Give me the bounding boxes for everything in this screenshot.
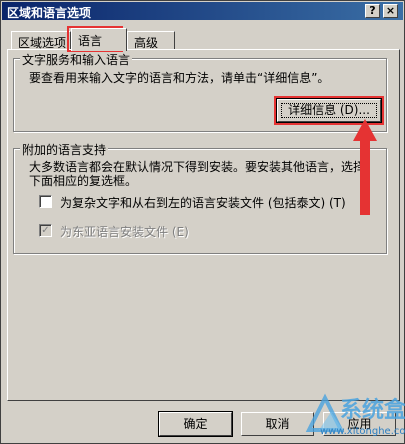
east-asian-checkbox: ✓ (39, 224, 52, 237)
close-button[interactable]: × (383, 4, 398, 18)
tab-regional-options[interactable]: 区域选项 (11, 31, 71, 50)
watermark-brand: 系统盒 (340, 398, 405, 423)
dialog-window: 区域和语言选项 ? × 区域选项 语言 高级 文字服务和输入语言 要查看用来输入… (0, 0, 405, 444)
ok-button[interactable]: 确定 (158, 411, 233, 437)
annotation-arrow-icon (353, 119, 377, 215)
window-title: 区域和语言选项 (7, 6, 92, 20)
tab-strip: 区域选项 语言 高级 (7, 28, 400, 51)
supplemental-group-title: 附加的语言支持 (20, 141, 109, 158)
title-bar[interactable]: 区域和语言选项 ? × (2, 2, 403, 20)
complex-script-label: 为复杂文字和从右到左的语言安装文件 (包括泰文) (T) (60, 196, 346, 210)
help-button[interactable]: ? (365, 4, 380, 18)
focus-rectangle (281, 103, 377, 118)
east-asian-label: 为东亚语言安装文件 (E) (60, 225, 189, 239)
watermark-url: www.xitonghe.com (320, 426, 405, 437)
text-services-group-title: 文字服务和输入语言 (20, 51, 133, 68)
supplemental-description-line2: 下面相应的复选框。 (29, 174, 138, 188)
tab-advanced[interactable]: 高级 (127, 31, 175, 50)
tab-languages[interactable]: 语言 (71, 28, 127, 51)
text-services-description: 要查看用来输入文字的语言和方法，请单击“详细信息”。 (29, 71, 330, 85)
complex-script-checkbox[interactable] (39, 195, 52, 208)
